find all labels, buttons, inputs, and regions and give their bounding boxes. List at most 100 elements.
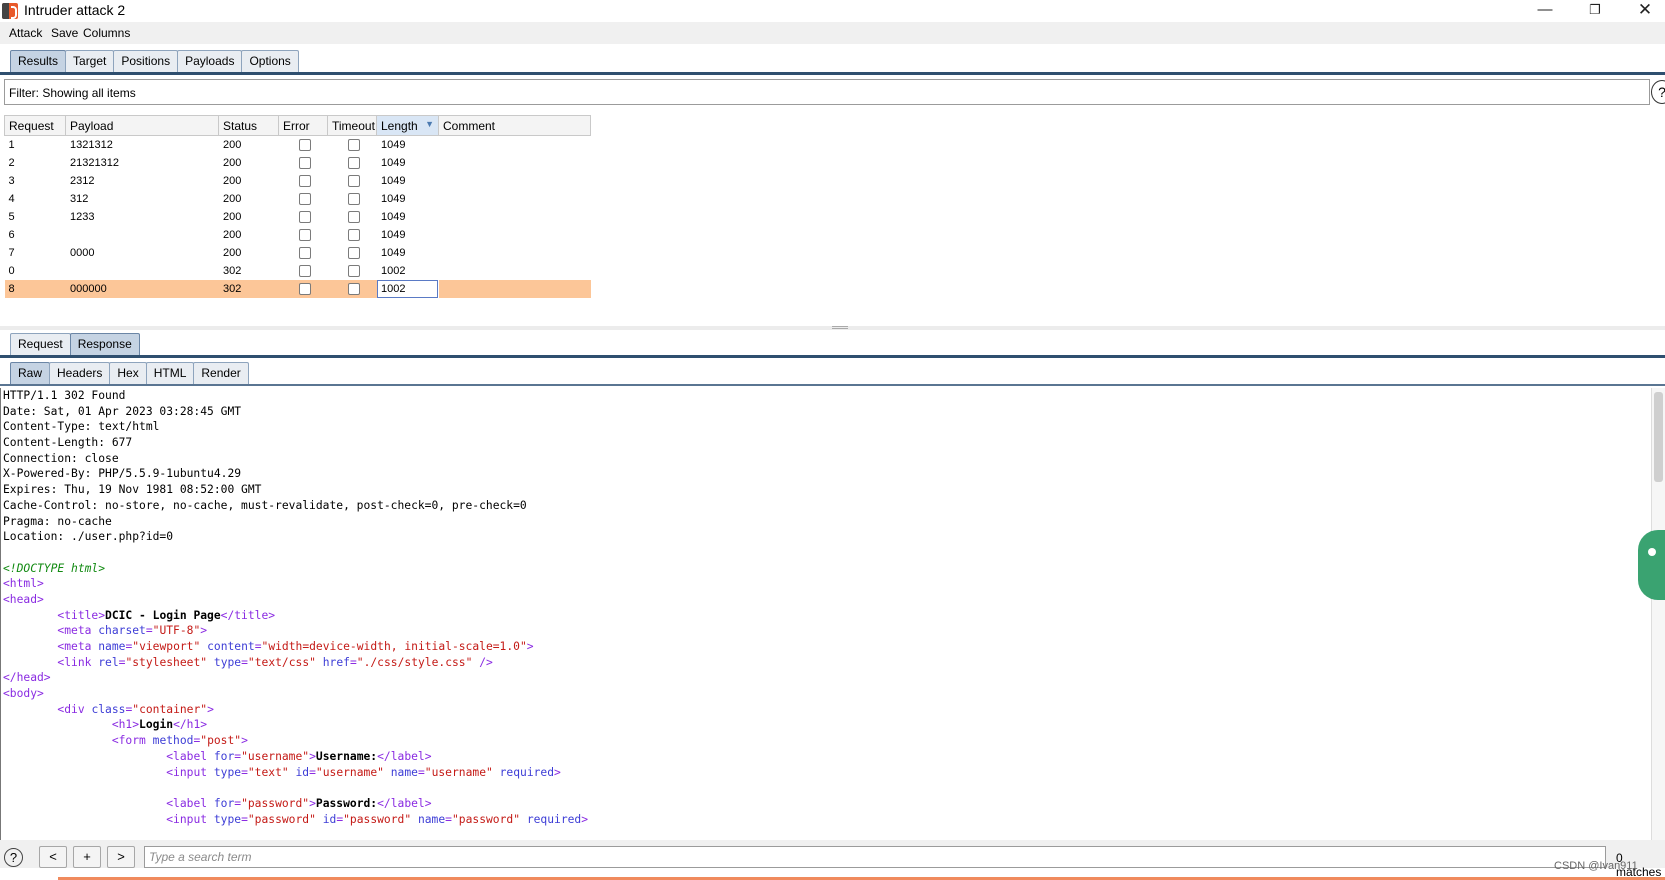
cell-timeout — [328, 172, 377, 190]
timeout-checkbox[interactable] — [348, 174, 360, 187]
table-row[interactable]: 0 302 1002 — [5, 262, 591, 280]
response-line: Cache-Control: no-store, no-cache, must-… — [0, 498, 1650, 514]
tab-request[interactable]: Request — [10, 333, 71, 355]
col-length[interactable]: Length ▼ — [376, 115, 439, 136]
table-row[interactable]: 6 200 1049 — [5, 226, 591, 244]
tab-payloads[interactable]: Payloads — [177, 50, 243, 72]
response-line: <input type="text" id="username" name="u… — [0, 765, 1650, 781]
error-checkbox[interactable] — [299, 282, 311, 295]
table-row[interactable]: 8 000000 302 1002 — [4, 279, 591, 298]
response-token: = — [254, 640, 262, 653]
menu-columns[interactable]: Columns — [83, 26, 130, 40]
length-edit-box[interactable]: 1002 — [377, 279, 438, 298]
error-checkbox[interactable] — [299, 246, 311, 259]
response-scrollbar-thumb[interactable] — [1654, 392, 1663, 482]
filter-help-icon[interactable]: ? — [1651, 80, 1665, 104]
search-help-icon[interactable]: ? — [4, 848, 23, 867]
table-row[interactable]: 1 1321312 200 1049 — [5, 136, 591, 154]
response-token: <head> — [3, 592, 44, 606]
tab-target[interactable]: Target — [65, 50, 115, 72]
response-line — [0, 545, 1650, 561]
col-request[interactable]: Request — [4, 115, 66, 136]
tab-options[interactable]: Options — [241, 50, 299, 72]
col-error[interactable]: Error — [278, 115, 328, 136]
table-row[interactable]: 7 0000 200 1049 — [5, 244, 591, 262]
response-line: <body> — [0, 686, 1650, 702]
cell-request: 6 — [8, 228, 15, 241]
response-line: Connection: close — [0, 451, 1650, 467]
response-line: <meta charset="UTF-8"> — [0, 623, 1650, 639]
col-comment[interactable]: Comment — [438, 115, 591, 136]
window-title: Intruder attack 2 — [24, 2, 126, 18]
tab-hex[interactable]: Hex — [109, 362, 147, 384]
timeout-checkbox[interactable] — [348, 228, 360, 241]
error-checkbox[interactable] — [299, 174, 311, 187]
timeout-checkbox[interactable] — [348, 264, 360, 277]
cell-request: 5 — [8, 210, 15, 223]
response-token: "stylesheet" — [125, 655, 208, 669]
response-token: "UTF-8" — [152, 624, 201, 638]
response-token — [3, 718, 112, 731]
tab-response[interactable]: Response — [69, 333, 140, 355]
next-match-button[interactable]: > — [107, 846, 135, 868]
cell-error — [279, 244, 328, 262]
split-grip-handle[interactable] — [832, 326, 848, 329]
timeout-checkbox[interactable] — [348, 156, 360, 169]
col-payload[interactable]: Payload — [65, 115, 219, 136]
cell-comment — [438, 279, 591, 298]
response-token: = — [349, 655, 357, 669]
filter-bar[interactable]: Filter: Showing all items — [4, 79, 1650, 105]
results-table-area: Request Payload Status Error Timeout Len… — [4, 115, 1665, 323]
response-line: Date: Sat, 01 Apr 2023 03:28:45 GMT — [0, 404, 1650, 420]
response-token: > — [526, 640, 534, 653]
response-line: <form method="post"> — [0, 733, 1650, 749]
tab-html[interactable]: HTML — [145, 362, 195, 384]
timeout-checkbox[interactable] — [348, 246, 360, 259]
table-row[interactable]: 4 312 200 1049 — [5, 190, 591, 208]
error-checkbox[interactable] — [299, 138, 311, 151]
error-checkbox[interactable] — [299, 228, 311, 241]
maximize-button[interactable]: ❐ — [1572, 0, 1618, 22]
timeout-checkbox[interactable] — [348, 138, 360, 151]
tab-render[interactable]: Render — [193, 362, 249, 384]
response-token: type — [213, 812, 242, 826]
minimize-button[interactable]: — — [1522, 0, 1568, 22]
menu-save[interactable]: Save — [51, 26, 78, 40]
error-checkbox[interactable] — [299, 210, 311, 223]
response-token: "./css/style.css" — [356, 655, 473, 669]
response-token — [3, 640, 57, 653]
error-checkbox[interactable] — [299, 264, 311, 277]
main-tab-underline — [0, 72, 1665, 75]
tab-positions[interactable]: Positions — [113, 50, 179, 72]
response-token: charset — [98, 624, 146, 638]
timeout-checkbox[interactable] — [348, 192, 360, 205]
cell-error — [279, 226, 328, 244]
tab-results[interactable]: Results — [10, 50, 67, 72]
response-raw-editor[interactable]: HTTP/1.1 302 Found Date: Sat, 01 Apr 2023… — [0, 388, 1650, 840]
search-input[interactable] — [144, 846, 1606, 868]
tab-raw[interactable]: Raw — [10, 362, 51, 384]
add-search-button[interactable]: + — [73, 846, 101, 868]
table-row[interactable]: 3 2312 200 1049 — [5, 172, 591, 190]
close-button[interactable]: ✕ — [1622, 0, 1665, 22]
table-row[interactable]: 2 21321312 200 1049 — [5, 154, 591, 172]
cell-status: 200 — [223, 174, 242, 187]
menu-attack[interactable]: Attack — [9, 26, 42, 40]
response-line: </head> — [0, 670, 1650, 686]
response-token: type — [213, 765, 242, 779]
cell-status: 302 — [218, 279, 279, 298]
tab-headers[interactable]: Headers — [49, 362, 111, 384]
response-token: "password" — [247, 812, 316, 826]
prev-match-button[interactable]: < — [39, 846, 67, 868]
error-checkbox[interactable] — [299, 156, 311, 169]
col-timeout[interactable]: Timeout — [327, 115, 377, 136]
col-status[interactable]: Status — [218, 115, 279, 136]
timeout-checkbox[interactable] — [348, 282, 360, 295]
cell-length: 1049 — [381, 246, 406, 259]
cell-payload: 312 — [70, 192, 89, 205]
table-row[interactable]: 5 1233 200 1049 — [5, 208, 591, 226]
cell-status: 302 — [223, 264, 242, 277]
error-checkbox[interactable] — [299, 192, 311, 205]
timeout-checkbox[interactable] — [348, 210, 360, 223]
csdn-watermark: CSDN @Ivan911 — [1554, 860, 1638, 872]
